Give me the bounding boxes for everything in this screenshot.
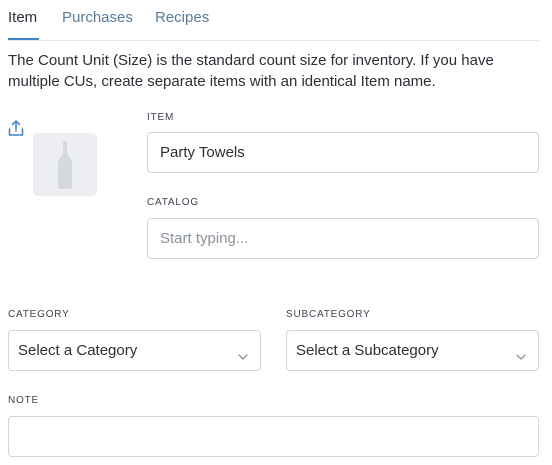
category-select[interactable]: Select a Category	[8, 330, 261, 371]
item-name-input[interactable]	[147, 132, 539, 173]
catalog-input[interactable]	[147, 218, 539, 259]
subcategory-select[interactable]: Select a Subcategory	[286, 330, 539, 371]
chevron-down-icon	[238, 347, 248, 365]
item-label: ITEM	[147, 112, 175, 123]
category-selected-value: Select a Category	[18, 342, 138, 359]
subcategory-label: SUBCATEGORY	[286, 309, 371, 320]
intro-text: The Count Unit (Size) is the standard co…	[8, 52, 494, 90]
tab-purchases[interactable]: Purchases	[62, 9, 133, 26]
upload-icon[interactable]	[8, 119, 24, 137]
note-label: NOTE	[8, 395, 39, 406]
active-tab-indicator	[8, 38, 39, 40]
tab-item[interactable]: Item	[8, 9, 37, 26]
tab-bar: Item Purchases Recipes	[8, 0, 539, 41]
subcategory-selected-value: Select a Subcategory	[296, 342, 439, 359]
category-label: CATEGORY	[8, 309, 70, 320]
item-image-placeholder	[33, 133, 97, 196]
catalog-label: CATALOG	[147, 197, 199, 208]
chevron-down-icon	[516, 347, 526, 365]
note-input[interactable]	[8, 416, 539, 457]
tab-recipes[interactable]: Recipes	[155, 9, 209, 26]
